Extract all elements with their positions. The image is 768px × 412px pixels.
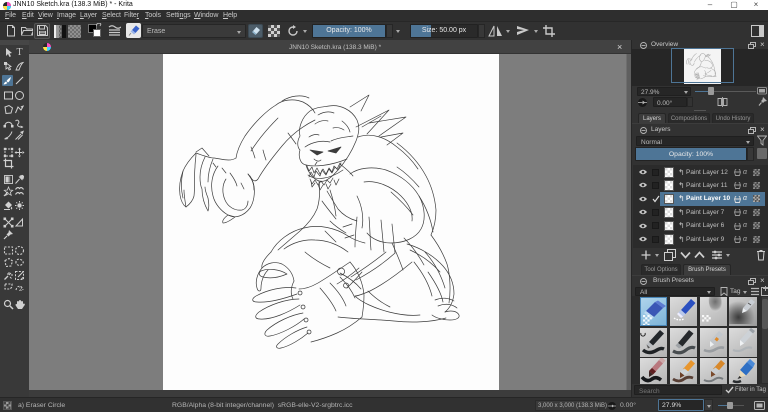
svg-text:2: 2 bbox=[19, 287, 23, 293]
